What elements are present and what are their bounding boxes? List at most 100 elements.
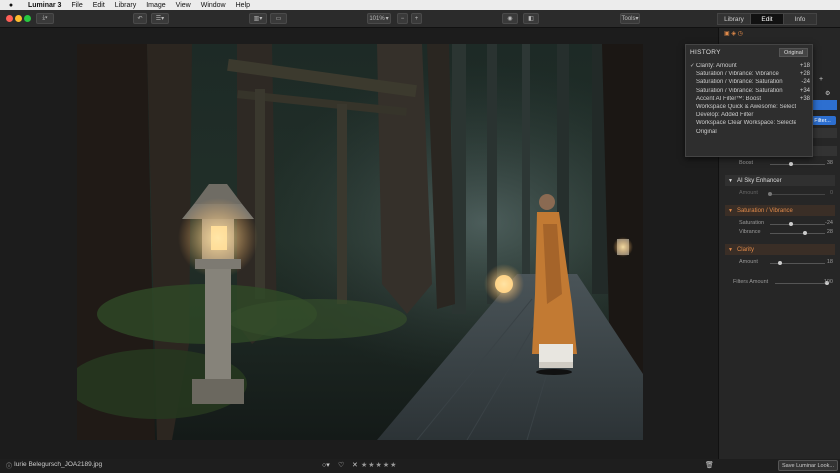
vibrance-track[interactable]: [770, 233, 825, 234]
history-entry-value: -24: [801, 79, 810, 86]
history-entry[interactable]: Develop: Added Filter: [690, 112, 810, 120]
close-window-button[interactable]: [6, 15, 13, 22]
filters-amount-track[interactable]: [775, 283, 827, 284]
save-look-button[interactable]: Save Luminar Look...: [778, 460, 838, 471]
star-rating[interactable]: ★★★★★: [361, 461, 397, 469]
panel-layout-icon: ▥▾: [253, 16, 263, 22]
history-entry[interactable]: Accent AI Filter™: Boost +38: [690, 96, 810, 104]
chevron-down-icon: ▼: [728, 207, 733, 214]
tab-library[interactable]: Library: [717, 13, 751, 25]
zoom-out-button[interactable]: −: [397, 13, 408, 24]
app-toolbar: ⤓▾ ↶ ☰▾ ▥▾ ▭ 101% ▾ − + ◉ ◧ Tools ▾ Librar…: [0, 10, 840, 28]
saturation-track[interactable]: [770, 224, 825, 225]
download-icon: ⤓▾: [42, 15, 48, 21]
zoom-dropdown[interactable]: 101% ▾: [367, 13, 391, 24]
clarity-title: Clarity: [736, 246, 754, 253]
original-button[interactable]: Original: [779, 48, 808, 57]
add-filter-button[interactable]: Filter...: [809, 116, 836, 125]
history-entry[interactable]: Workspace Quick & Awesome: Select...: [690, 104, 810, 112]
vibrance-slider-row: Vibrance 28: [725, 229, 837, 237]
menu-app-name[interactable]: Luminar 3: [28, 2, 61, 9]
undo-icon: ↶: [137, 16, 143, 22]
sky-amount-value: 0: [829, 190, 833, 196]
menu-view[interactable]: View: [176, 2, 191, 9]
menu-window[interactable]: Window: [201, 2, 226, 9]
clarity-amount-row: Amount 18: [725, 259, 837, 267]
photo-preview[interactable]: [77, 44, 643, 440]
sky-amount-row: Amount 0: [725, 190, 837, 198]
history-icon[interactable]: ◷: [738, 31, 743, 37]
tools-dropdown[interactable]: Tools ▾: [620, 13, 640, 24]
saturation-value: -24: [825, 220, 833, 226]
minus-icon: −: [400, 15, 405, 22]
color-label-icon[interactable]: ○▾: [322, 461, 330, 469]
info-icon[interactable]: ⓘ: [6, 461, 12, 470]
history-title: HISTORY: [690, 49, 721, 56]
settings-icon[interactable]: ⚙: [825, 90, 830, 97]
history-entry[interactable]: Saturation / Vibrance: Saturation -24: [690, 79, 810, 87]
canvas-icon[interactable]: ▣: [724, 31, 730, 37]
layers-menu-button[interactable]: ☰▾: [151, 13, 169, 24]
tab-info[interactable]: Info: [783, 13, 817, 25]
menu-file[interactable]: File: [71, 2, 82, 9]
tab-edit[interactable]: Edit: [750, 13, 784, 25]
image-canvas[interactable]: [0, 28, 718, 459]
forest-path-photo: [77, 44, 643, 440]
layers-icon[interactable]: ◈: [731, 31, 736, 37]
history-entry-label: Workspace Clear Workspace: Selected: [696, 120, 796, 127]
boost-track[interactable]: [770, 164, 825, 165]
history-entry-label: Original: [696, 128, 717, 135]
boost-thumb[interactable]: [788, 162, 793, 166]
import-button[interactable]: ⤓▾: [36, 13, 54, 24]
history-entry-label: Workspace Quick & Awesome: Select...: [696, 104, 796, 110]
undo-button[interactable]: ↶: [133, 13, 147, 24]
vibrance-value: 28: [826, 229, 833, 235]
status-bar: ⓘ Iurie Belegursch_JOA2189.jpg ○▾ ♡ ✕ ★★…: [0, 459, 840, 473]
sky-amount-track[interactable]: [770, 194, 825, 195]
boost-slider-row: Boost 38: [725, 160, 837, 168]
view-mode-button[interactable]: ▥▾: [249, 13, 267, 24]
zoom-window-button[interactable]: [24, 15, 31, 22]
tab-info-label: Info: [794, 15, 806, 23]
sky-enhancer-header[interactable]: ▼ AI Sky Enhancer: [725, 175, 835, 186]
menu-library[interactable]: Library: [115, 2, 136, 9]
minimize-window-button[interactable]: [15, 15, 22, 22]
menu-bar: ● Luminar 3 File Edit Library Image View…: [0, 0, 840, 10]
history-entry[interactable]: Saturation / Vibrance: Vibrance +28: [690, 71, 810, 79]
reject-icon[interactable]: ✕: [352, 461, 358, 469]
trash-icon[interactable]: 🗑: [705, 461, 714, 469]
clarity-amount-label: Amount: [739, 259, 758, 265]
menu-edit[interactable]: Edit: [93, 2, 105, 9]
saturation-vibrance-header[interactable]: ▼ Saturation / Vibrance: [725, 205, 835, 216]
clarity-amount-thumb[interactable]: [777, 261, 782, 265]
tab-library-label: Library: [724, 15, 744, 23]
history-entry-value: +28: [799, 71, 810, 78]
history-entry-label: Accent AI Filter™: Boost: [696, 95, 762, 102]
add-layer-icon[interactable]: +: [819, 76, 823, 83]
list-icon: ☰▾: [155, 16, 165, 22]
zoom-in-button[interactable]: +: [411, 13, 422, 24]
preview-button[interactable]: ◉: [502, 13, 518, 24]
favorite-icon[interactable]: ♡: [338, 461, 344, 469]
sky-amount-thumb[interactable]: [768, 192, 772, 196]
history-entry[interactable]: Workspace Clear Workspace: Selected: [690, 120, 810, 128]
saturation-thumb[interactable]: [788, 222, 793, 226]
menu-image[interactable]: Image: [146, 2, 165, 9]
history-entry[interactable]: Original: [690, 129, 810, 137]
history-entry-label: Saturation / Vibrance: Saturation: [696, 87, 783, 94]
apple-icon[interactable]: ●: [6, 2, 16, 9]
filmstrip-button[interactable]: ▭: [270, 13, 287, 24]
compare-icon: ◧: [528, 16, 534, 22]
clarity-amount-value: 18: [826, 259, 833, 265]
vibrance-thumb[interactable]: [803, 231, 808, 235]
history-entry[interactable]: ✓ Clarity: Amount +18: [690, 63, 810, 71]
saturation-label: Saturation: [739, 220, 765, 226]
history-entry[interactable]: Saturation / Vibrance: Saturation +34: [690, 88, 810, 96]
filmstrip-icon: ▭: [275, 16, 282, 22]
filters-amount-row: Filters Amount 100: [725, 279, 837, 287]
menu-help[interactable]: Help: [236, 2, 250, 9]
chevron-down-icon: ▾: [385, 16, 389, 22]
clarity-header[interactable]: ▼ Clarity: [725, 244, 835, 255]
plus-icon: +: [414, 15, 419, 22]
compare-button[interactable]: ◧: [523, 13, 539, 24]
